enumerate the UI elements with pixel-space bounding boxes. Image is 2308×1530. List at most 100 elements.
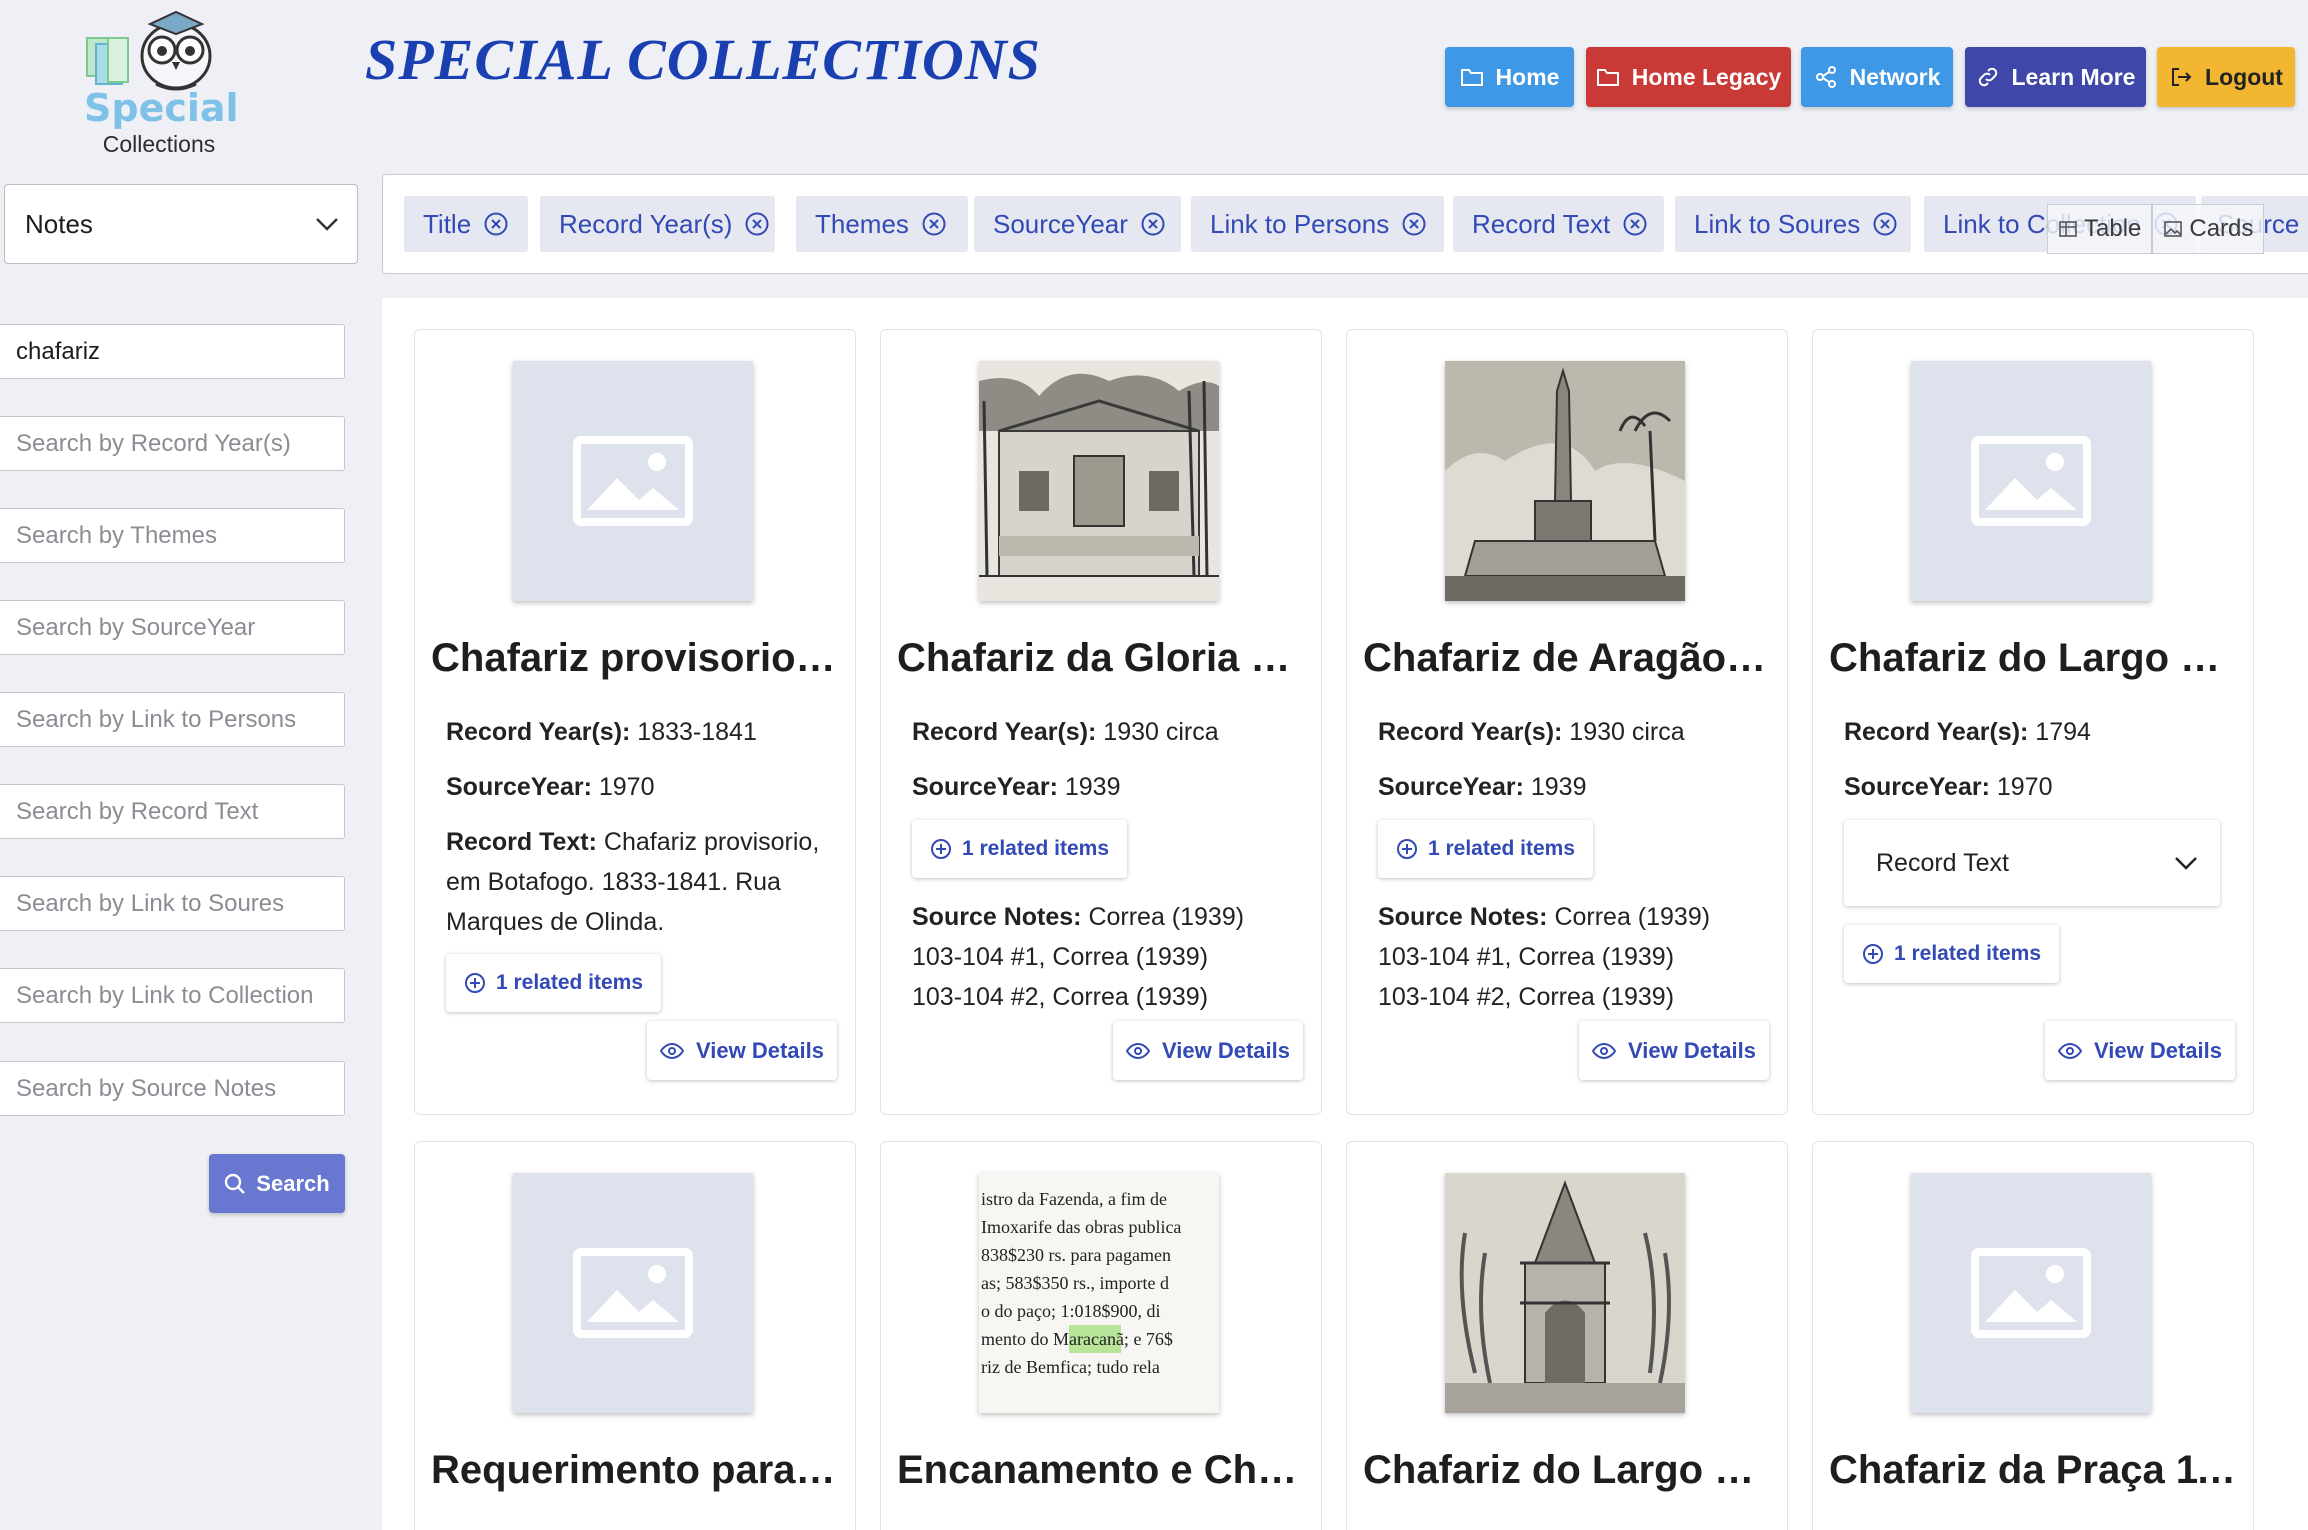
document-scan-image: istro da Fazenda, a fim de Imoxarife das…	[979, 1173, 1219, 1413]
field-label: SourceYear:	[446, 773, 592, 801]
title-search-input[interactable]	[0, 324, 345, 379]
close-circle-icon[interactable]	[1401, 211, 1427, 237]
logout-button[interactable]: Logout	[2157, 47, 2295, 107]
engraving-image	[979, 361, 1219, 601]
related-items-button[interactable]: 1 related items	[1844, 925, 2059, 983]
image-placeholder-icon	[1971, 1248, 2091, 1338]
network-button[interactable]: Network	[1801, 47, 1953, 107]
record-year-field: Record Year(s): 1930 circa	[1378, 712, 1768, 752]
field-label: Record Year(s):	[1844, 718, 2029, 746]
chapel-fountain-engraving	[1445, 1173, 1685, 1413]
table-icon	[2059, 221, 2077, 237]
chip-title[interactable]: Title	[404, 196, 528, 252]
record-year-search-input[interactable]	[0, 416, 345, 471]
related-items-button[interactable]: 1 related items	[1378, 820, 1593, 878]
close-circle-icon[interactable]	[483, 211, 509, 237]
placeholder-image	[513, 1173, 753, 1413]
search-button-label: Search	[256, 1170, 330, 1196]
link-to-persons-search-input[interactable]	[0, 692, 345, 747]
chevron-down-icon	[2175, 857, 2197, 870]
doc-line: Imoxarife das obras publica	[981, 1217, 1182, 1237]
add-circle-icon	[464, 973, 485, 993]
engraving-image	[1445, 1173, 1685, 1413]
record-text-accordion[interactable]: Record Text	[1844, 820, 2220, 906]
result-card: Chafariz da Praça 11 de Junho	[1812, 1141, 2254, 1530]
field-value: 1939	[1064, 773, 1121, 801]
chip-label: Record Text	[1472, 208, 1611, 239]
card-title: Encanamento e Chafariz	[897, 1448, 1309, 1492]
chip-link-to-persons[interactable]: Link to Persons	[1191, 196, 1444, 252]
close-circle-icon[interactable]	[921, 211, 947, 237]
related-items-label: 1 related items	[1893, 942, 2042, 965]
engraving-image	[1445, 361, 1685, 601]
logo-subtitle: Collections	[102, 131, 216, 157]
view-details-button[interactable]: View Details	[1579, 1021, 1769, 1080]
view-details-label: View Details	[1628, 1037, 1756, 1063]
themes-search-input[interactable]	[0, 508, 345, 563]
result-card: Chafariz de Aragão 1930 Record Year(s): …	[1346, 329, 1788, 1115]
close-circle-icon[interactable]	[1872, 211, 1898, 237]
related-items-button[interactable]: 1 related items	[912, 820, 1127, 878]
view-details-button[interactable]: View Details	[1113, 1021, 1303, 1080]
view-details-label: View Details	[2094, 1037, 2222, 1063]
result-card: Chafariz da Gloria 1930 Record Year(s): …	[880, 329, 1322, 1115]
chip-source-year[interactable]: SourceYear	[974, 196, 1181, 252]
field-value: 103-104 #1, Correa (1939)	[1378, 943, 1675, 971]
record-text-search-input[interactable]	[0, 784, 345, 839]
field-value: 1930 circa	[1103, 718, 1219, 746]
table-view-label: Table	[2084, 215, 2142, 242]
record-year-field: Record Year(s): 1833-1841	[446, 712, 836, 752]
home-button[interactable]: Home	[1445, 47, 1574, 107]
close-circle-icon[interactable]	[1622, 211, 1648, 237]
logo-word: Special	[84, 86, 239, 130]
field-value: 1930 circa	[1569, 718, 1685, 746]
learn-more-button-label: Learn More	[2011, 63, 2136, 90]
source-notes-search-input[interactable]	[0, 1061, 345, 1116]
link-to-collection-search-input[interactable]	[0, 968, 345, 1023]
chip-label: Record Year(s)	[559, 208, 733, 239]
card-title: Chafariz do Largo do Moura	[1363, 1448, 1775, 1492]
cards-view-toggle[interactable]: Cards	[2152, 204, 2265, 254]
home-legacy-button-label: Home Legacy	[1631, 63, 1782, 90]
chip-link-to-sources[interactable]: Link to Soures	[1675, 196, 1911, 252]
view-toggle: Table Cards	[2047, 204, 2265, 254]
record-text-field: Record Text: Chafariz provisorio, em Bot…	[446, 822, 836, 942]
close-circle-icon[interactable]	[1140, 211, 1166, 237]
related-items-label: 1 related items	[1427, 837, 1576, 860]
result-card: Chafariz do Largo do Paço Record Year(s)…	[1812, 329, 2254, 1115]
app-logo[interactable]: Special Collections	[84, 8, 239, 157]
related-items-button[interactable]: 1 related items	[446, 954, 661, 1012]
cards-view-label: Cards	[2189, 215, 2254, 242]
close-circle-icon[interactable]	[744, 211, 770, 237]
view-details-button[interactable]: View Details	[647, 1021, 837, 1080]
view-details-button[interactable]: View Details	[2045, 1021, 2235, 1080]
field-label: Record Year(s):	[912, 718, 1097, 746]
home-button-label: Home	[1495, 63, 1560, 90]
field-label: Record Year(s):	[446, 718, 631, 746]
related-items-label: 1 related items	[495, 971, 644, 994]
link-to-sources-search-input[interactable]	[0, 876, 345, 931]
learn-more-button[interactable]: Learn More	[1965, 47, 2146, 107]
chip-record-years[interactable]: Record Year(s)	[540, 196, 775, 252]
field-value: Correa (1939)	[1088, 903, 1245, 931]
eye-icon	[660, 1042, 684, 1059]
search-button[interactable]: Search	[209, 1154, 345, 1213]
home-legacy-button[interactable]: Home Legacy	[1586, 47, 1791, 107]
view-details-label: View Details	[696, 1037, 824, 1063]
network-button-label: Network	[1849, 63, 1941, 90]
table-view-toggle[interactable]: Table	[2047, 204, 2153, 254]
result-card: Requerimento para a construção	[414, 1141, 856, 1530]
source-notes-field: Source Notes: Correa (1939) 103-104 #1, C…	[912, 897, 1302, 1017]
add-circle-icon	[930, 839, 951, 859]
search-icon	[225, 1173, 246, 1194]
folder-icon	[1596, 69, 1619, 86]
field-value: 1833-1841	[637, 718, 757, 746]
chip-themes[interactable]: Themes	[796, 196, 968, 252]
chip-label: Link to Persons	[1210, 208, 1390, 239]
card-title: Chafariz provisorio, em Botafogo	[431, 636, 843, 680]
card-title: Chafariz do Largo do Paço	[1829, 636, 2241, 680]
chip-record-text[interactable]: Record Text	[1453, 196, 1664, 252]
source-year-search-input[interactable]	[0, 600, 345, 655]
record-year-field: Record Year(s): 1794	[1844, 712, 2234, 752]
collection-select[interactable]: Notes	[4, 184, 358, 264]
